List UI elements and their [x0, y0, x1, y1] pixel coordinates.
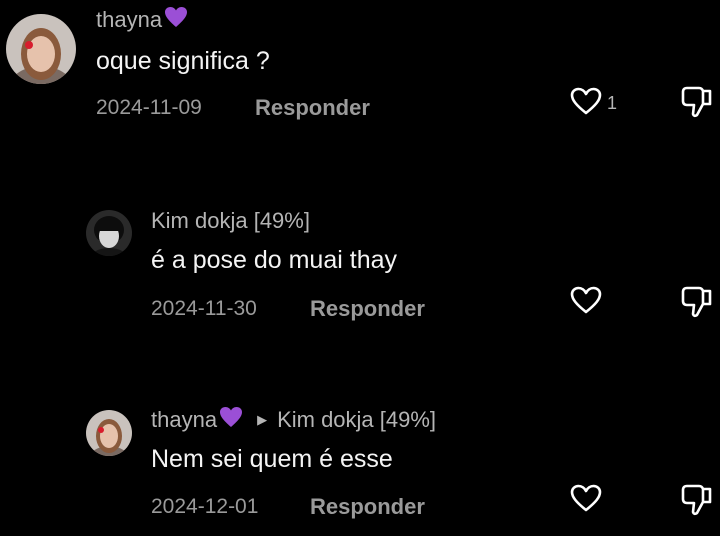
like-button[interactable]: [569, 483, 603, 518]
dislike-button[interactable]: [680, 84, 714, 125]
username-text: thayna: [96, 7, 163, 32]
comment-date: 2024-11-09: [96, 96, 202, 119]
avatar[interactable]: [6, 14, 76, 84]
comment-text: é a pose do muai thay: [151, 246, 397, 274]
thumbs-down-icon: [680, 484, 714, 522]
comment-date: 2024-12-01: [151, 495, 259, 518]
dislike-button[interactable]: [680, 482, 714, 523]
comment-username[interactable]: Kim dokja [49%]: [151, 208, 310, 234]
reply-item: Kim dokja [49%] é a pose do muai thay 20…: [0, 200, 720, 340]
comment-username[interactable]: thayna: [96, 6, 188, 34]
avatar[interactable]: [86, 210, 132, 256]
reply-button[interactable]: Responder: [255, 95, 370, 121]
dislike-button[interactable]: [680, 284, 714, 325]
comment-text: Nem sei quem é esse: [151, 445, 393, 473]
like-button[interactable]: 1: [569, 86, 617, 121]
comment-date: 2024-11-30: [151, 297, 257, 320]
thumbs-down-icon: [680, 286, 714, 324]
username-text: Kim dokja [49%]: [151, 208, 310, 233]
purple-heart-icon: [219, 406, 243, 434]
heart-outline-icon: [569, 86, 603, 121]
heart-outline-icon: [569, 285, 603, 320]
reply-to-username[interactable]: Kim dokja [49%]: [277, 407, 436, 433]
reply-button[interactable]: Responder: [310, 494, 425, 520]
like-button[interactable]: [569, 285, 603, 320]
thumbs-down-icon: [680, 86, 714, 124]
like-count: 1: [607, 93, 618, 113]
comment-item: thayna oque significa ? 2024-11-09 Respo…: [0, 0, 720, 140]
purple-heart-icon: [164, 6, 188, 34]
reply-item: thayna ▶ Kim dokja [49%] Nem sei quem é …: [0, 398, 720, 536]
username-text: thayna: [151, 407, 218, 432]
comment-text: oque significa ?: [96, 47, 270, 75]
avatar[interactable]: [86, 410, 132, 456]
comment-username[interactable]: thayna ▶ Kim dokja [49%]: [151, 406, 436, 434]
reply-button[interactable]: Responder: [310, 296, 425, 322]
caret-right-icon: ▶: [257, 412, 268, 427]
heart-outline-icon: [569, 483, 603, 518]
